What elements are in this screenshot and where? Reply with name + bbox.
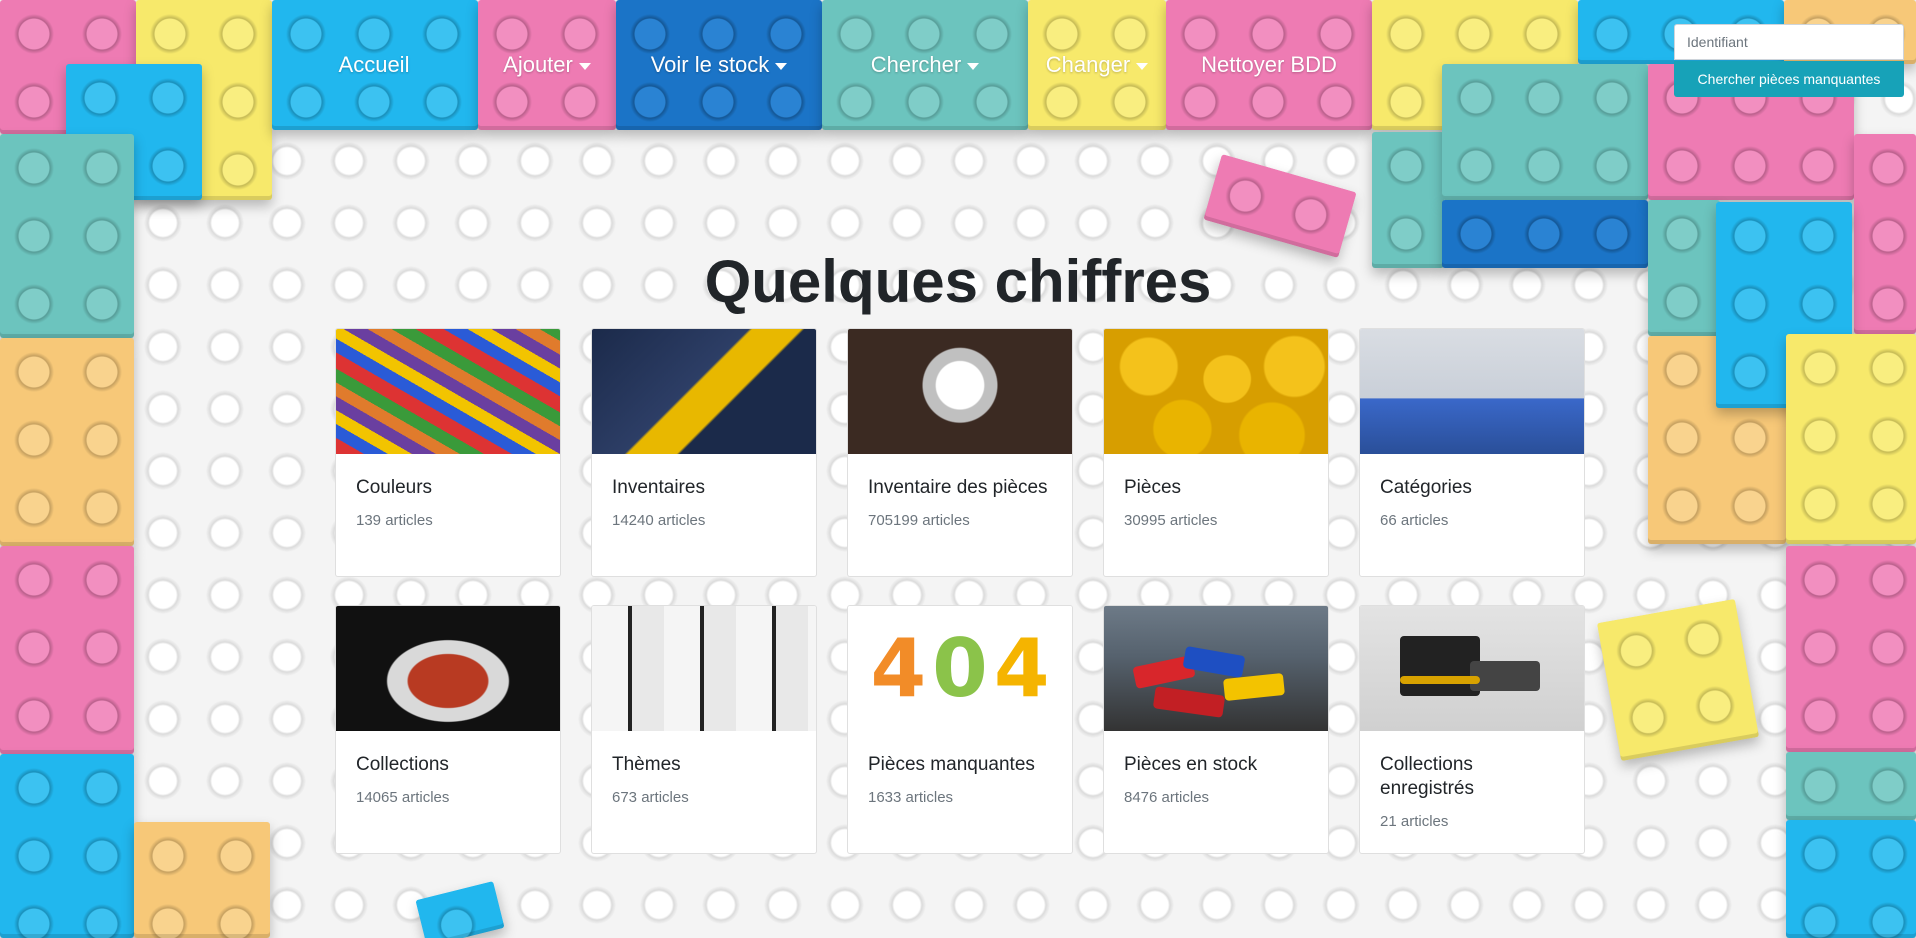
card-count: 30995 articles xyxy=(1124,511,1218,529)
nav-chercher-dropdown[interactable]: Chercher xyxy=(822,0,1028,130)
page-title: Quelques chiffres xyxy=(704,248,1212,315)
card-count: 14240 articles xyxy=(612,511,706,529)
card-count: 139 articles xyxy=(356,511,433,529)
brick-404-image: 4 0 4 xyxy=(848,606,1072,731)
monster-truck-image xyxy=(336,606,560,731)
lego-brick xyxy=(134,822,270,938)
missing-pieces-search-form: Chercher pièces manquantes xyxy=(1674,24,1904,97)
brick-404-digits: 4 0 4 xyxy=(848,606,1072,731)
lego-brick xyxy=(1786,334,1916,544)
technic-crane-image xyxy=(592,329,816,454)
stat-card-collections[interactable]: Collections 14065 articles xyxy=(335,605,561,854)
brick-red-shape xyxy=(1152,686,1226,718)
nav-label: Voir le stock xyxy=(650,52,770,77)
lego-brick xyxy=(1786,752,1916,820)
card-title: Collections enregistrés xyxy=(1380,754,1474,799)
stat-card-pieces[interactable]: Pièces 30995 articles xyxy=(1103,328,1329,577)
card-body: Pièces manquantes 1633 articles xyxy=(848,731,1072,828)
card-title: Pièces xyxy=(1124,477,1182,498)
lego-brick xyxy=(0,338,134,546)
stat-card-pieces-manquantes[interactable]: 4 0 4 Pièces manquantes 1633 articles xyxy=(847,605,1073,854)
nav-label: Changer xyxy=(1045,52,1131,77)
caret-down-icon xyxy=(967,62,980,70)
lego-brick xyxy=(1786,546,1916,752)
main-navbar: Accueil Ajouter Voir le stock Chercher C… xyxy=(270,0,1372,130)
stat-card-inventaires[interactable]: Inventaires 14240 articles xyxy=(591,328,817,577)
card-body: Inventaires 14240 articles xyxy=(592,454,816,551)
nav-label: Ajouter xyxy=(503,52,573,77)
card-count: 673 articles xyxy=(612,788,689,806)
card-body: Catégories 66 articles xyxy=(1360,454,1584,551)
stormtroopers-image xyxy=(592,606,816,731)
truck-set-image xyxy=(1360,606,1584,731)
lego-brick xyxy=(1786,820,1916,938)
card-body: Couleurs 139 articles xyxy=(336,454,560,551)
identifiant-input[interactable] xyxy=(1674,24,1904,60)
digit: 4 xyxy=(870,622,927,715)
stat-card-themes[interactable]: Thèmes 673 articles xyxy=(591,605,817,854)
nav-voir-le-stock-dropdown[interactable]: Voir le stock xyxy=(616,0,822,130)
digit: 4 xyxy=(993,622,1050,715)
card-count: 705199 articles xyxy=(868,511,970,529)
stat-card-pieces-en-stock[interactable]: Pièces en stock 8476 articles xyxy=(1103,605,1329,854)
stat-card-couleurs[interactable]: Couleurs 139 articles xyxy=(335,328,561,577)
card-body: Inventaire des pièces 705199 articles xyxy=(848,454,1072,551)
caret-down-icon xyxy=(578,62,591,70)
colorful-bricks-image xyxy=(336,329,560,454)
lego-brick xyxy=(1596,598,1760,762)
caret-down-icon xyxy=(1136,62,1149,70)
card-title: Inventaires xyxy=(612,477,705,498)
card-body: Pièces en stock 8476 articles xyxy=(1104,731,1328,828)
card-title: Pièces en stock xyxy=(1124,754,1258,775)
stat-card-collections-enregistres[interactable]: Collections enregistrés 21 articles xyxy=(1359,605,1585,854)
brick-yellow-shape xyxy=(1223,672,1285,702)
card-count: 14065 articles xyxy=(356,788,450,806)
nav-ajouter-dropdown[interactable]: Ajouter xyxy=(478,0,616,130)
card-count: 66 articles xyxy=(1380,511,1449,529)
digit: 0 xyxy=(932,622,988,715)
brick-pile-image xyxy=(1104,606,1328,731)
card-count: 1633 articles xyxy=(868,788,954,806)
lego-brick xyxy=(1442,64,1648,200)
minifig-tennis-image xyxy=(1360,329,1584,454)
nav-label: Accueil xyxy=(338,52,410,77)
truck-bed-shape xyxy=(1470,661,1540,691)
card-count: 21 articles xyxy=(1380,812,1449,830)
lego-brick xyxy=(415,881,505,938)
truck-cab-shape xyxy=(1400,636,1480,696)
card-title: Inventaire des pièces xyxy=(868,477,1048,498)
card-body: Collections 14065 articles xyxy=(336,731,560,828)
card-title: Collections xyxy=(356,754,449,775)
nav-accueil[interactable]: Accueil xyxy=(270,0,478,130)
card-count: 8476 articles xyxy=(1124,788,1210,806)
card-body: Thèmes 673 articles xyxy=(592,731,816,828)
nav-nettoyer-bdd[interactable]: Nettoyer BDD xyxy=(1166,0,1372,130)
nav-label: Nettoyer BDD xyxy=(1201,52,1337,77)
spaceship-parts-image xyxy=(848,329,1072,454)
stats-grid: Couleurs 139 articles Inventaires 14240 … xyxy=(335,328,1585,854)
card-title: Thèmes xyxy=(612,754,681,775)
nav-label: Chercher xyxy=(870,52,962,77)
lego-brick xyxy=(0,546,134,754)
card-body: Pièces 30995 articles xyxy=(1104,454,1328,551)
lego-brick xyxy=(0,754,134,938)
nav-changer-dropdown[interactable]: Changer xyxy=(1028,0,1166,130)
search-missing-pieces-button[interactable]: Chercher pièces manquantes xyxy=(1674,61,1904,97)
minifig-heads-image xyxy=(1104,329,1328,454)
card-title: Pièces manquantes xyxy=(868,754,1035,775)
stat-card-inventaire-des-pieces[interactable]: Inventaire des pièces 705199 articles xyxy=(847,328,1073,577)
card-title: Couleurs xyxy=(356,477,433,498)
stat-card-categories[interactable]: Catégories 66 articles xyxy=(1359,328,1585,577)
caret-down-icon xyxy=(775,62,788,70)
lego-brick xyxy=(1203,154,1357,258)
card-body: Collections enregistrés 21 articles xyxy=(1360,731,1584,852)
truck-stripe-shape xyxy=(1400,676,1480,684)
card-title: Catégories xyxy=(1380,477,1472,498)
